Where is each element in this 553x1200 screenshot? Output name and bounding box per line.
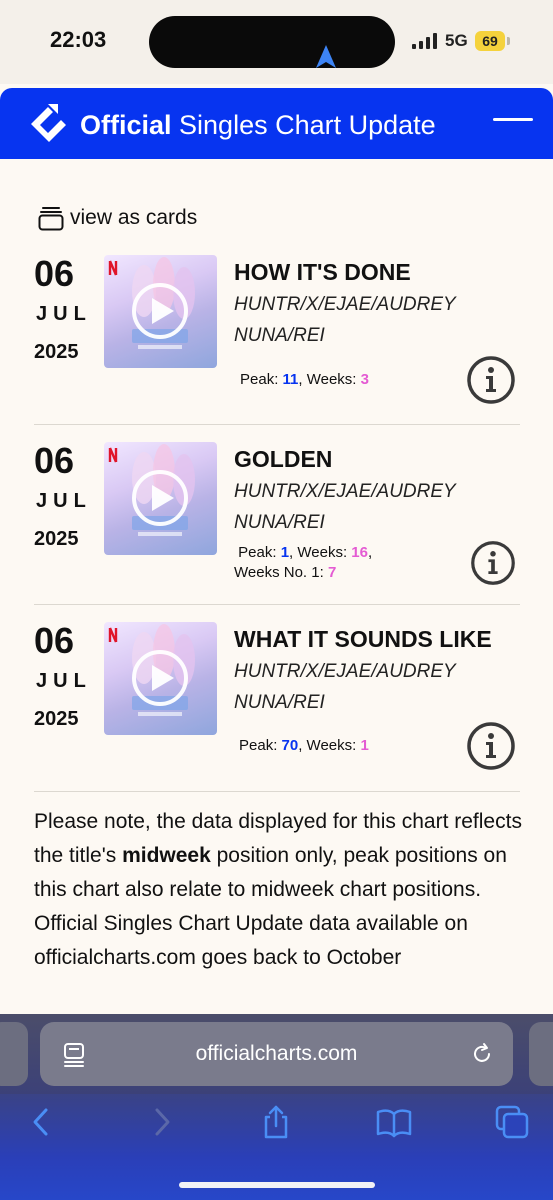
cover-art[interactable] [104,442,217,555]
weeks-label: , Weeks: [289,544,352,561]
status-time: 22:03 [50,27,107,52]
entry-day: 06 [34,440,75,481]
weeks-label: , Weeks: [298,371,361,388]
chart-entry: 06 JUL 2025 WHAT IT SOUNDS LIKE HUNTR/X/… [34,620,520,792]
next-tab-preview[interactable] [529,1022,553,1086]
url-text: officialcharts.com [195,1042,358,1065]
peak-label: Peak: [240,371,283,388]
weeks-no1-label: Weeks No. 1: [234,564,328,581]
chart-entry: 06 JUL 2025 HOW IT'S DONE HUNTR/X/EJAE/A… [34,253,520,425]
cover-art-graphic [108,257,195,349]
info-icon[interactable] [466,355,516,405]
dynamic-island [149,16,395,68]
home-indicator [179,1182,375,1188]
weeks-no1-value: 7 [327,564,337,581]
chart-entry: 06 JUL 2025 GOLDEN HUNTR/X/EJAE/AUDREY N… [34,440,520,605]
entry-month: JUL [36,303,92,325]
network-type: 5G [445,31,468,50]
peak-value: 1 [280,544,290,561]
tabs-icon[interactable] [494,1104,530,1140]
site-header: Official Singles Chart Update [0,88,553,159]
weeks-value: 16 [351,544,368,561]
song-artist: HUNTR/X/EJAE/AUDREY NUNA/REI [234,294,456,346]
title-bold: Official [80,110,172,140]
entry-month: JUL [36,490,92,512]
song-artist: HUNTR/X/EJAE/AUDREY NUNA/REI [234,481,456,533]
info-icon[interactable] [466,721,516,771]
view-as-cards-label: view as cards [70,206,198,229]
cover-art-graphic [108,444,195,536]
chart-stats: Peak: 11, Weeks: 3 [240,370,369,390]
reload-icon[interactable] [470,1042,494,1066]
menu-icon[interactable] [493,118,533,132]
weeks-value: 3 [360,371,369,388]
weeks-label: , Weeks: [298,737,361,754]
address-bar[interactable]: officialcharts.com [40,1022,513,1086]
peak-value: 70 [281,737,299,754]
battery-icon: 69 [475,31,505,51]
song-title[interactable]: WHAT IT SOUNDS LIKE [234,626,492,653]
song-artist: HUNTR/X/EJAE/AUDREY NUNA/REI [234,661,456,713]
signal-icon [412,33,437,49]
browser-address-area: officialcharts.com [0,1014,553,1094]
entry-day: 06 [34,620,75,661]
navigation-arrow-icon [316,45,336,68]
cover-art-graphic [108,624,195,716]
weeks-value: 1 [360,737,369,754]
entry-day: 06 [34,253,75,294]
note-bold: midweek [122,844,211,867]
official-charts-logo[interactable] [28,102,70,146]
entry-year: 2025 [34,708,79,730]
cover-art[interactable] [104,622,217,735]
song-title[interactable]: HOW IT'S DONE [234,259,411,286]
chart-stats: Peak: 70, Weeks: 1 [239,736,369,756]
peak-label: Peak: [238,544,281,561]
entry-year: 2025 [34,528,79,550]
view-as-cards-button[interactable]: view as cards [38,205,197,231]
chart-stats: Peak: 1, Weeks: 16, Weeks No. 1: 7 [234,544,373,581]
previous-tab-preview[interactable] [0,1022,28,1086]
peak-value: 11 [282,371,299,388]
page-title: Official Singles Chart Update [80,110,436,141]
back-icon[interactable] [24,1104,60,1140]
status-bar: 22:03 5G 69 [0,0,553,84]
chart-note: Please note, the data displayed for this… [34,805,524,975]
entry-year: 2025 [34,341,79,363]
song-title[interactable]: GOLDEN [234,446,332,473]
browser-toolbar [0,1094,553,1200]
forward-icon[interactable] [143,1104,179,1140]
info-icon[interactable] [470,540,516,586]
entry-month: JUL [36,670,92,692]
title-rest: Singles Chart Update [171,110,436,140]
cover-art[interactable] [104,255,217,368]
peak-label: Peak: [239,737,282,754]
bookmarks-icon[interactable] [376,1104,412,1140]
cards-icon [38,207,64,231]
battery-cap [507,37,510,45]
share-icon[interactable] [258,1104,294,1140]
